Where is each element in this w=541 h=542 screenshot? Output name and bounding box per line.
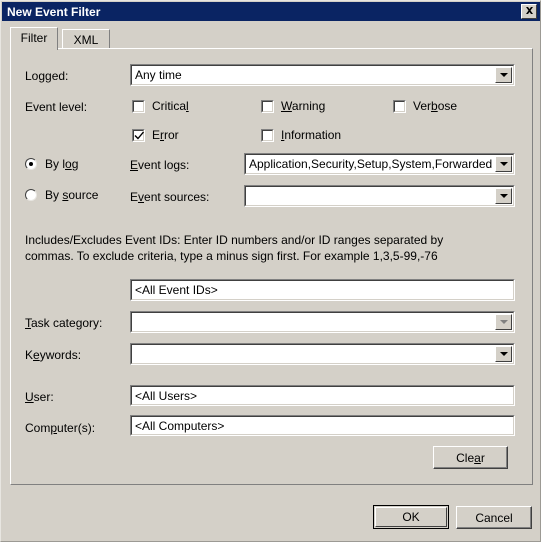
checkbox-error-label: Error	[152, 128, 179, 142]
keywords-label: Keywords:	[25, 348, 82, 362]
checkbox-warning[interactable]: Warning	[261, 99, 325, 113]
checkbox-critical-box	[132, 99, 145, 113]
radio-dot-icon	[29, 162, 33, 166]
checkbox-verbose-box	[393, 99, 406, 113]
radio-by-source-label: By source	[45, 188, 99, 202]
chevron-down-glyph	[499, 320, 508, 324]
clear-button[interactable]: Clear	[433, 446, 508, 469]
event-logs-combo[interactable]: Application,Security,Setup,System,Forwar…	[244, 153, 515, 175]
radio-by-source[interactable]: By source	[25, 188, 98, 202]
tab-xml-label: XML	[73, 32, 99, 47]
chevron-down-icon[interactable]	[495, 314, 512, 330]
event-logs-value: Application,Security,Setup,System,Forwar…	[249, 157, 504, 171]
checkbox-warning-label: Warning	[281, 99, 326, 113]
chevron-down-glyph	[499, 352, 508, 356]
chevron-down-glyph	[499, 73, 508, 77]
user-input[interactable]: <All Users>	[130, 385, 515, 406]
event-logs-label: Event logs:	[130, 158, 190, 172]
radio-by-log-label: By log	[45, 157, 79, 171]
computers-input[interactable]: <All Computers>	[130, 415, 515, 436]
radio-by-log-circle	[25, 158, 37, 170]
checkbox-critical-label: Critical	[152, 99, 189, 113]
tab-strip: Filter XML	[10, 27, 533, 50]
event-ids-input[interactable]: <All Event IDs>	[130, 279, 515, 301]
chevron-down-glyph	[499, 162, 508, 166]
checkbox-error[interactable]: Error	[132, 128, 179, 142]
title-bar: New Event Filter	[2, 2, 540, 21]
close-glyph	[525, 7, 533, 14]
checkbox-error-box	[132, 128, 145, 142]
checkbox-information[interactable]: Information	[261, 128, 341, 142]
tab-filter-label: Filter	[20, 31, 48, 45]
ok-button[interactable]: OK	[373, 505, 449, 529]
tab-filter[interactable]: Filter	[10, 27, 58, 50]
task-category-label: Task category:	[25, 316, 103, 330]
ok-button-label: OK	[402, 510, 420, 524]
computers-label: Computer(s):	[25, 421, 96, 435]
radio-by-log[interactable]: By log	[25, 157, 78, 171]
event-ids-help-line: Includes/Excludes Event IDs: Enter ID nu…	[25, 233, 444, 263]
user-value: <All Users>	[135, 388, 198, 403]
close-icon[interactable]	[521, 4, 537, 19]
chevron-down-icon[interactable]	[495, 156, 512, 172]
logged-label: Logged:	[25, 69, 69, 83]
check-icon	[134, 131, 144, 139]
radio-by-source-circle	[25, 189, 37, 201]
chevron-down-icon[interactable]	[495, 67, 512, 83]
checkbox-information-label: Information	[281, 128, 342, 142]
tab-xml[interactable]: XML	[62, 29, 110, 49]
cancel-button-label: Cancel	[475, 510, 513, 525]
chevron-down-icon[interactable]	[495, 188, 512, 204]
event-level-label: Event level:	[25, 100, 88, 114]
checkbox-verbose[interactable]: Verbose	[393, 99, 457, 113]
new-event-filter-dialog: New Event Filter Filter XML Logged: Any …	[0, 0, 541, 542]
checkbox-critical[interactable]: Critical	[132, 99, 189, 113]
keywords-combo[interactable]	[130, 343, 515, 365]
checkbox-warning-box	[261, 99, 274, 113]
event-sources-combo[interactable]	[244, 185, 515, 207]
tab-panel-joint	[11, 48, 57, 50]
event-ids-help-text: Includes/Excludes Event IDs: Enter ID nu…	[25, 232, 495, 264]
event-ids-value: <All Event IDs>	[135, 283, 218, 297]
chevron-down-glyph	[499, 194, 508, 198]
checkbox-information-box	[261, 128, 274, 142]
task-category-combo[interactable]	[130, 311, 515, 333]
window-title: New Event Filter	[7, 4, 101, 19]
checkbox-verbose-label: Verbose	[413, 99, 458, 113]
logged-combo[interactable]: Any time	[130, 64, 515, 86]
chevron-down-icon[interactable]	[495, 346, 512, 362]
cancel-button[interactable]: Cancel	[456, 506, 532, 529]
user-label: User:	[25, 390, 54, 404]
logged-value: Any time	[135, 68, 182, 82]
clear-button-label: Clear	[456, 450, 485, 465]
event-sources-label: Event sources:	[130, 190, 210, 204]
computers-value: <All Computers>	[135, 418, 225, 433]
